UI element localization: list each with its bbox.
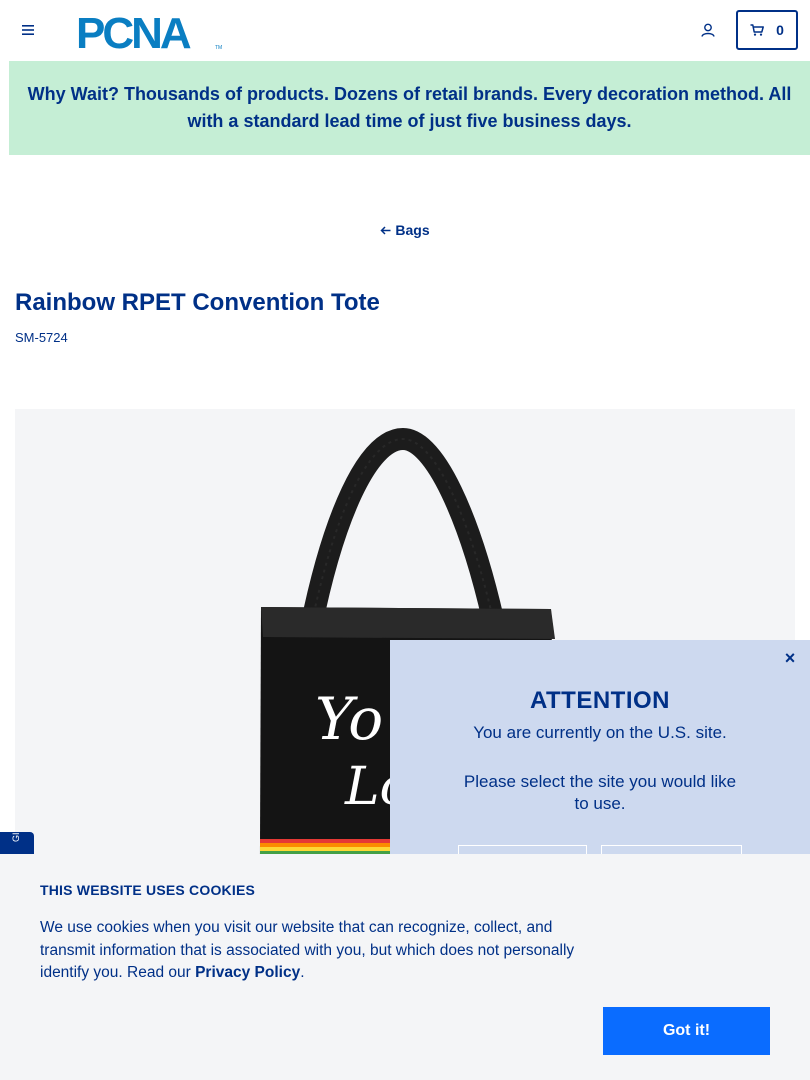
back-link-label: Bags [395, 222, 430, 238]
product-title: Rainbow RPET Convention Tote [15, 289, 380, 316]
hamburger-menu-icon[interactable] [18, 20, 38, 40]
promo-text: Why Wait? Thousands of products. Dozens … [27, 84, 792, 131]
shopping-cart-icon [750, 24, 765, 36]
logo-text: PCNA [76, 10, 191, 52]
privacy-policy-link[interactable]: Privacy Policy [195, 964, 300, 981]
logo-tm: TM [215, 45, 222, 51]
site-header: PCNA TM 0 [0, 0, 810, 61]
feedback-tab-label: GI [11, 832, 21, 842]
cart-button[interactable]: 0 [736, 10, 798, 50]
cookie-notice-period: . [300, 964, 305, 981]
modal-title: ATTENTION [529, 687, 671, 714]
close-icon[interactable]: × [780, 648, 800, 668]
cookie-notice-body: We use cookies when you visit our websit… [40, 919, 575, 981]
accept-cookies-button[interactable]: Got it! [603, 1007, 770, 1055]
modal-select-site-text: Please select the site you would like to… [463, 772, 737, 813]
cookie-notice: THIS WEBSITE USES COOKIES We use cookies… [0, 854, 810, 1080]
arrow-left-icon [380, 222, 391, 238]
pcna-logo[interactable]: PCNA TM [76, 9, 226, 58]
product-sku: SM-5724 [15, 330, 68, 345]
cart-count: 0 [776, 22, 784, 38]
cookie-notice-text: We use cookies when you visit our websit… [40, 917, 610, 985]
modal-current-site-text: You are currently on the U.S. site. [473, 723, 727, 742]
svg-text:Yo: Yo [315, 685, 383, 753]
site-selection-modal: × ATTENTION You are currently on the U.S… [390, 640, 810, 890]
user-icon[interactable] [697, 19, 719, 41]
back-to-category-link[interactable]: Bags [0, 222, 810, 238]
cookie-notice-title: THIS WEBSITE USES COOKIES [40, 882, 256, 898]
promo-banner: Why Wait? Thousands of products. Dozens … [9, 61, 810, 155]
